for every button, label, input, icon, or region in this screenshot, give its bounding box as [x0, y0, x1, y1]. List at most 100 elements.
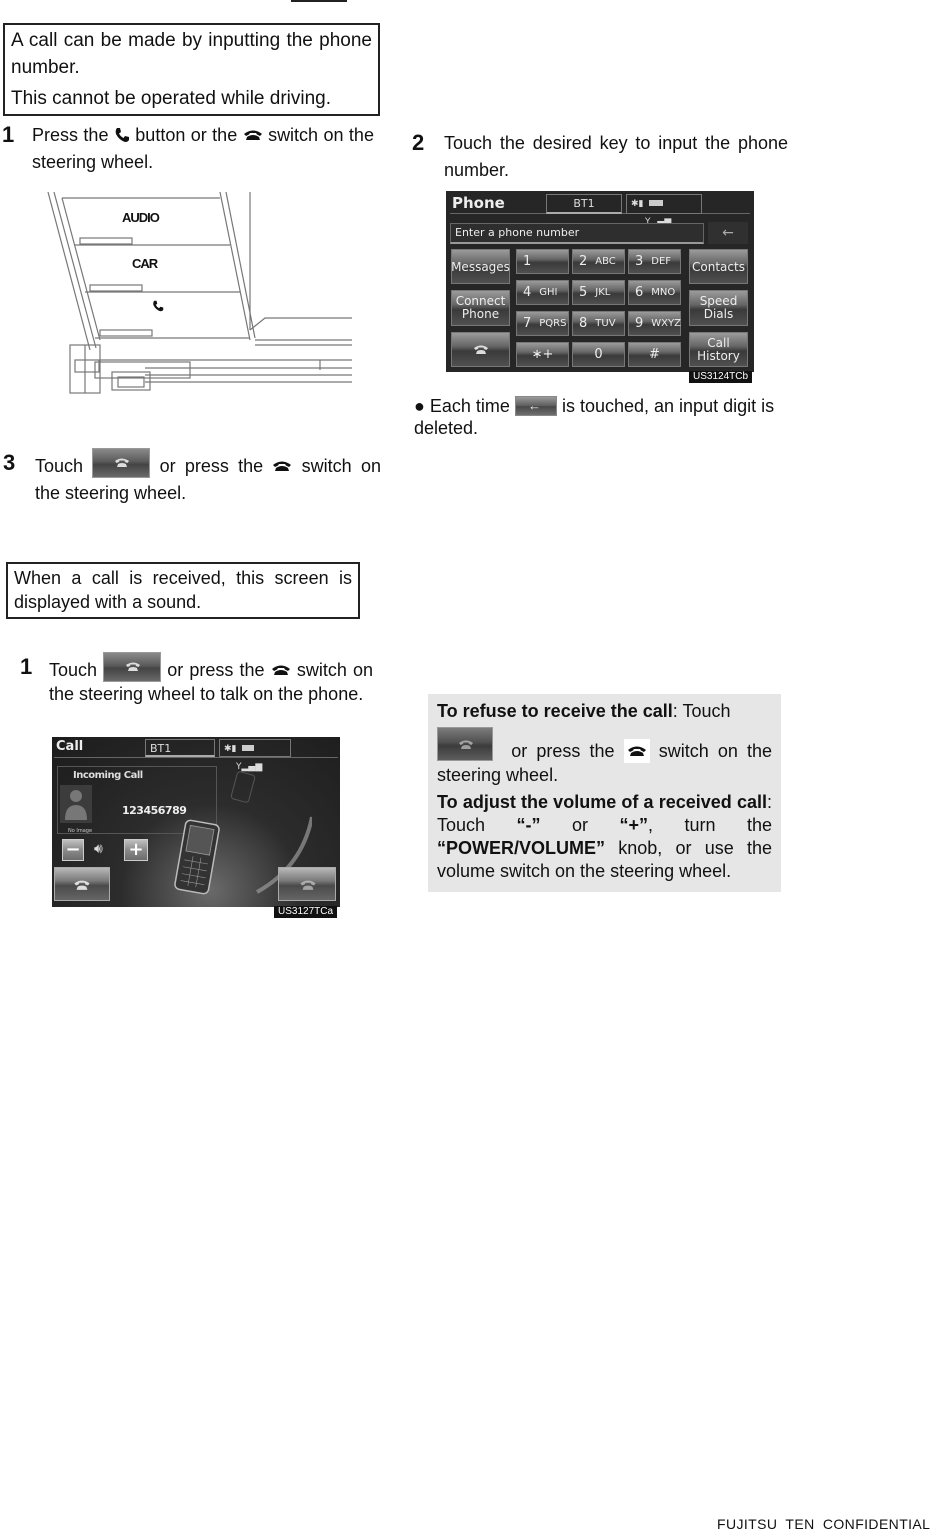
- phone-screen: Phone BT1 ✱▮ Y▂▄▆ Enter a phone number ←…: [446, 191, 754, 372]
- intro-text: When a call is received, this screen is …: [14, 568, 352, 612]
- key-digit: 2: [579, 253, 588, 269]
- refuse-call-note: To refuse to receive the call: Touch: [437, 701, 731, 721]
- car-button: CAR: [132, 256, 158, 271]
- header-rule: [291, 0, 347, 2]
- key-digit: ∗+: [531, 346, 554, 362]
- head-unit-drawing: [47, 191, 352, 394]
- volume-up-button[interactable]: +: [124, 839, 148, 861]
- keypad-key[interactable]: 9 WXYZ: [628, 311, 681, 336]
- key-digit: 4: [523, 284, 532, 300]
- intro-box-make-call: A call can be made by inputting the phon…: [3, 23, 380, 116]
- backspace-note: ● Each time ← is touched, an input digit…: [414, 396, 775, 438]
- keypad-key[interactable]: 8 TUV: [572, 311, 625, 336]
- call-button[interactable]: [451, 332, 510, 367]
- answer-button-image: [103, 652, 162, 682]
- head-unit-illustration: AUDIO CAR: [40, 190, 352, 395]
- call-button-image: [92, 448, 151, 478]
- keypad-key[interactable]: 5 JKL: [572, 280, 625, 305]
- battery-icon: [649, 200, 664, 206]
- person-silhouette-icon: [65, 790, 87, 820]
- refuse-call-button[interactable]: [278, 867, 336, 901]
- keypad-key[interactable]: 2 ABC: [572, 249, 625, 274]
- key-letters: WXYZ: [651, 317, 681, 329]
- key-digit: 3: [635, 253, 644, 269]
- backspace-button-image: ←: [514, 396, 557, 416]
- incoming-call-label: Incoming Call: [73, 770, 143, 781]
- device-tab-bt1[interactable]: BT1: [145, 739, 215, 757]
- figure-caption-phone: US3124TCb: [689, 371, 753, 383]
- device-tab-bt1[interactable]: BT1: [546, 194, 622, 214]
- key-letters: PQRS: [539, 317, 567, 329]
- refuse-handset-icon: [299, 879, 317, 892]
- volume-note: To adjust the volume of a received call:…: [437, 792, 772, 881]
- key-letters: TUV: [595, 317, 616, 329]
- step-number: 2: [412, 130, 425, 155]
- step-text: Touch the desired key to input the phone…: [444, 133, 788, 180]
- key-digit: 9: [635, 315, 644, 331]
- key-digit: 6: [635, 284, 644, 300]
- key-digit: 5: [579, 284, 588, 300]
- intro-box-receive-call: When a call is received, this screen is …: [6, 562, 360, 619]
- keypad-key[interactable]: 3 DEF: [628, 249, 681, 274]
- key-digit: 8: [579, 315, 588, 331]
- intro-text-1: A call can be made by inputting the phon…: [11, 30, 372, 78]
- bluetooth-icon: ✱▮: [224, 744, 237, 754]
- phone-number-input[interactable]: Enter a phone number: [450, 223, 704, 244]
- incoming-call-screen: Call BT1 ✱▮ Y▂▄▆ Incoming Call 123456789…: [52, 737, 340, 907]
- step-number: 1: [2, 122, 15, 147]
- bluetooth-icon: ✱▮: [631, 199, 644, 209]
- key-digit: 7: [523, 315, 532, 331]
- keypad-key[interactable]: 6 MNO: [628, 280, 681, 305]
- key-letters: MNO: [651, 286, 676, 298]
- handset-icon: [114, 127, 130, 143]
- figure-caption-call: US3127TCa: [274, 906, 338, 918]
- key-digit: #: [649, 346, 660, 362]
- answer-call-button[interactable]: [54, 867, 110, 901]
- battery-icon: [242, 745, 255, 751]
- keypad-key[interactable]: 0: [572, 342, 625, 367]
- backspace-button[interactable]: ←: [708, 222, 748, 244]
- steering-phone-switch-icon: [272, 460, 292, 472]
- answer-handset-icon: [73, 879, 91, 892]
- intro-text-2: This cannot be operated while driving.: [11, 88, 332, 109]
- audio-button: AUDIO: [122, 210, 160, 225]
- steering-phone-switch-icon: [271, 664, 291, 676]
- confidential-footer: FUJITSU TEN CONFIDENTIAL: [717, 1516, 931, 1530]
- title-divider: [54, 757, 338, 758]
- keypad-key[interactable]: 7 PQRS: [516, 311, 569, 336]
- speaker-icon: 🔊︎: [94, 841, 103, 857]
- phone-screen-title: Phone: [452, 194, 505, 212]
- no-image-label: No Image: [68, 828, 93, 834]
- step-text: Touch or press the switch on the steerin…: [49, 652, 373, 706]
- key-letters: DEF: [651, 255, 672, 267]
- key-digit: 1: [523, 253, 532, 269]
- handset-icon: [152, 300, 164, 312]
- messages-button[interactable]: Messages: [451, 249, 510, 284]
- call-screen-title: Call: [56, 739, 84, 754]
- keypad-key[interactable]: #: [628, 342, 681, 367]
- connect-phone-button[interactable]: Connect Phone: [451, 290, 510, 326]
- keypad-key[interactable]: 4 GHI: [516, 280, 569, 305]
- step-number: 1: [20, 654, 33, 679]
- step-text: Press the button or the switch on the st…: [32, 125, 374, 172]
- contacts-button[interactable]: Contacts: [689, 249, 748, 284]
- speed-dials-button[interactable]: Speed Dials: [689, 290, 748, 326]
- step-text: Touch or press the switch on the steerin…: [35, 448, 381, 507]
- key-letters: GHI: [539, 286, 558, 298]
- key-letters: JKL: [595, 286, 611, 298]
- key-letters: ABC: [595, 255, 616, 267]
- key-digit: 0: [594, 346, 603, 362]
- bullet-dot: ●: [414, 396, 425, 416]
- refuse-button-image: [437, 727, 493, 761]
- call-handset-icon: [473, 344, 489, 356]
- call-history-button[interactable]: Call History: [689, 332, 748, 367]
- status-indicators: ✱▮ Y▂▄▆: [219, 739, 291, 772]
- keypad-key[interactable]: ∗+: [516, 342, 569, 367]
- step-number: 3: [3, 450, 16, 475]
- note-box: To refuse to receive the call: Touch or …: [428, 694, 781, 892]
- status-indicators: ✱▮ Y▂▄▆: [626, 194, 702, 227]
- steering-phone-switch-icon: [243, 129, 263, 141]
- keypad-key[interactable]: 1: [516, 249, 569, 274]
- volume-down-button[interactable]: −: [62, 839, 84, 861]
- steering-phone-switch-icon: [623, 739, 650, 763]
